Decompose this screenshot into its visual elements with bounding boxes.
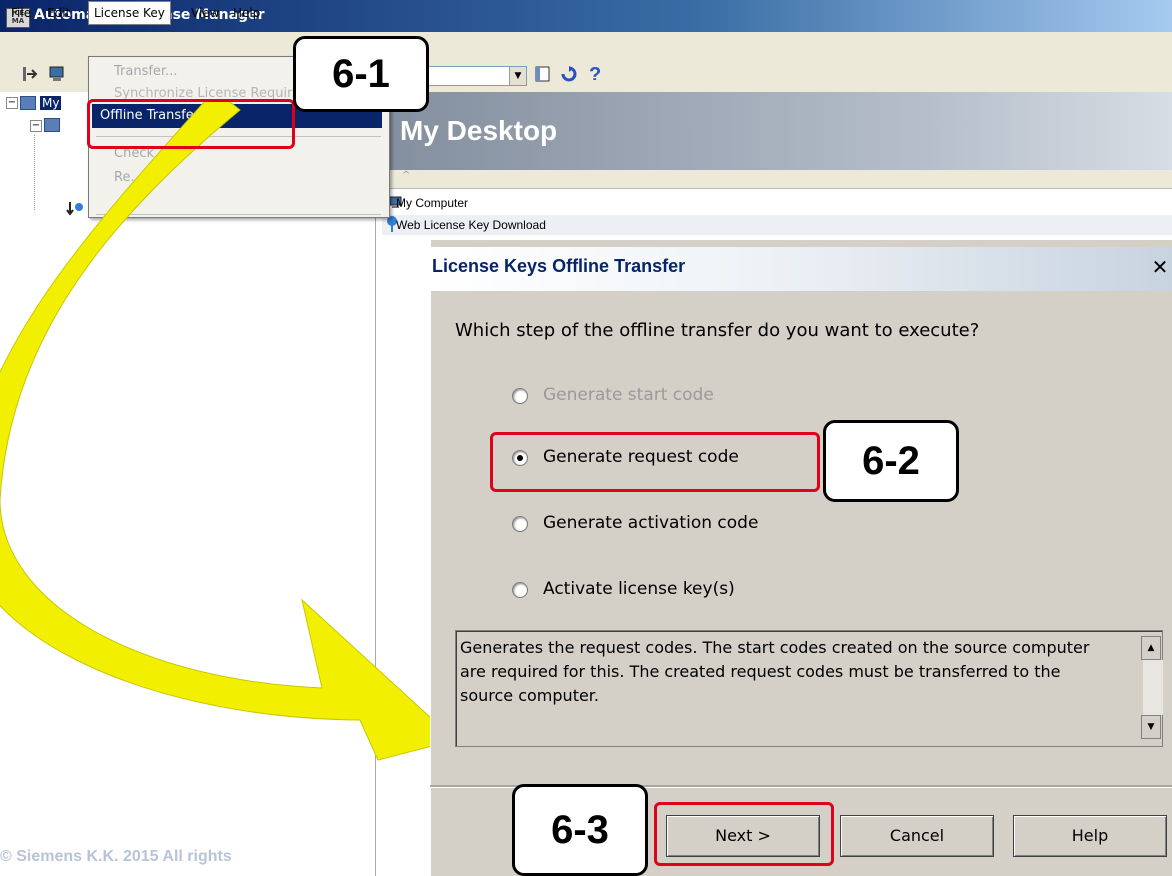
help-icon[interactable]: ? [586,64,604,80]
yellow-arrow-graphic [0,100,457,761]
highlight-offline-transfer [87,99,295,149]
computer-icon[interactable] [48,66,66,82]
radio-label-activation[interactable]: Generate activation code [543,513,758,533]
list-item[interactable]: Web License Key Download [382,215,1172,235]
dialog-title: License Keys Offline Transfer [432,256,686,276]
highlight-request-code [490,432,820,492]
radio-label-start: Generate start code [543,385,714,405]
radio-activate-license-keys[interactable] [512,582,528,598]
radio-generate-activation-code[interactable] [512,516,528,532]
scrollbar-track[interactable] [1143,660,1163,715]
svg-text:?: ? [589,64,601,80]
refresh-icon[interactable] [560,66,578,82]
close-icon[interactable]: ✕ [1150,256,1170,278]
dialog-question: Which step of the offline transfer do yo… [455,320,980,341]
computer-select[interactable]: ▼ [425,66,527,86]
column-header[interactable]: ^ [382,170,1172,189]
menu-item-transfer[interactable]: Transfer... [114,64,177,79]
callout-step-2: 6-2 [823,420,959,502]
menu-license-key[interactable]: License Key [88,1,171,25]
callout-step-3: 6-3 [512,784,648,876]
menu-file[interactable]: File [6,4,36,22]
radio-label-activate[interactable]: Activate license key(s) [543,579,735,599]
scroll-down-button[interactable]: ▼ [1141,715,1161,739]
properties-icon[interactable] [534,66,552,82]
radio-generate-start-code [512,388,528,404]
copyright-text: © Siemens K.K. 2015 All rights [0,848,232,865]
menu-view[interactable]: View [186,4,224,22]
chevron-down-icon[interactable]: ▼ [509,67,526,85]
menu-edit[interactable]: Edit [42,4,75,22]
menu-bar [0,32,1172,58]
menu-help[interactable]: Help [228,4,265,22]
scroll-up-button[interactable]: ▲ [1141,636,1161,660]
description-text: Generates the request codes. The start c… [460,638,1090,705]
cancel-button[interactable]: Cancel [840,815,994,857]
transfer-arrow-icon[interactable] [22,66,40,82]
highlight-next-button [654,802,834,866]
callout-step-1: 6-1 [293,36,429,112]
help-button[interactable]: Help [1013,815,1167,857]
